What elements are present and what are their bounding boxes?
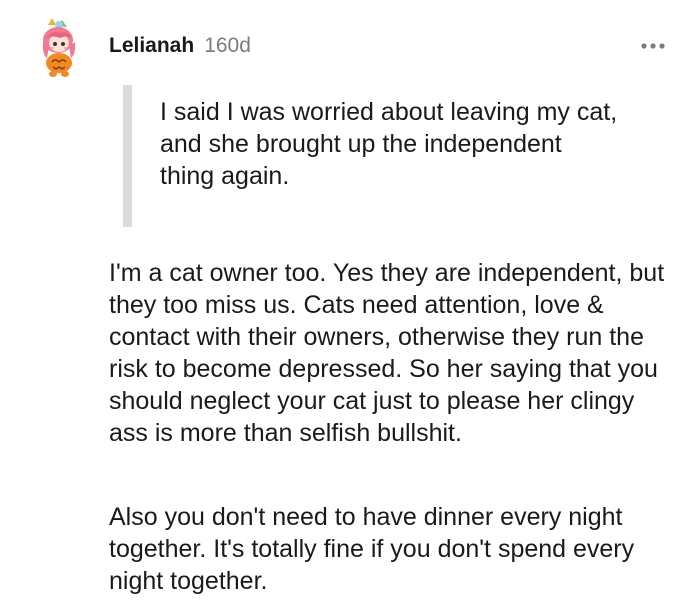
username[interactable]: Lelianah	[109, 34, 194, 58]
ellipsis-horizontal-icon	[641, 43, 665, 49]
blockquote: I said I was worried about leaving my ca…	[123, 85, 623, 227]
comment-age: 160d	[204, 34, 251, 57]
comment: Lelianah 160d I said I was worried about…	[0, 0, 700, 616]
quote-bar	[123, 85, 132, 227]
avatar[interactable]	[38, 16, 80, 78]
comment-paragraph: Also you don't need to have dinner every…	[109, 503, 635, 595]
comment-header: Lelianah 160d	[109, 34, 251, 58]
comment-paragraph: I'm a cat owner too. Yes they are indepe…	[109, 259, 665, 447]
more-options-button[interactable]	[638, 34, 668, 58]
quote-text: I said I was worried about leaving my ca…	[160, 98, 618, 190]
user-avatar-icon	[42, 18, 76, 77]
